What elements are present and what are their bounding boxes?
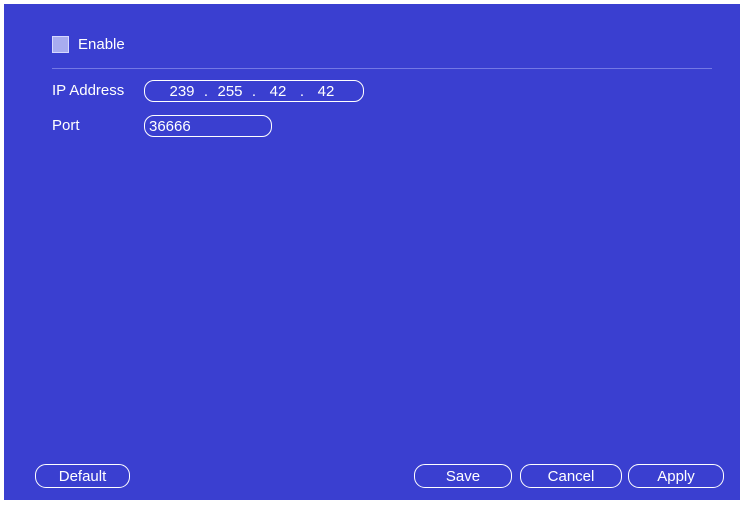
cancel-button[interactable]: Cancel xyxy=(520,464,622,488)
port-label: Port xyxy=(52,117,80,134)
enable-checkbox[interactable] xyxy=(52,35,69,53)
ip-octet-1[interactable]: 239 xyxy=(167,83,197,100)
ip-octet-2[interactable]: 255 xyxy=(215,83,245,100)
ip-octet-4[interactable]: 42 xyxy=(311,83,341,100)
section-divider xyxy=(52,68,712,69)
port-input[interactable]: 36666 xyxy=(144,115,272,137)
multicast-settings-panel: Enable IP Address 239 . 255 . 42 . 42 Po… xyxy=(4,4,740,500)
port-value[interactable]: 36666 xyxy=(149,118,191,135)
save-button[interactable]: Save xyxy=(414,464,512,488)
enable-label: Enable xyxy=(78,35,125,53)
ip-separator: . xyxy=(203,82,209,100)
enable-row[interactable]: Enable xyxy=(52,34,125,54)
default-button[interactable]: Default xyxy=(35,464,130,488)
ip-address-label: IP Address xyxy=(52,82,125,99)
ip-separator: . xyxy=(299,82,305,100)
ip-separator: . xyxy=(251,82,257,100)
apply-button[interactable]: Apply xyxy=(628,464,724,488)
ip-octet-3[interactable]: 42 xyxy=(263,83,293,100)
ip-address-input[interactable]: 239 . 255 . 42 . 42 xyxy=(144,80,364,102)
